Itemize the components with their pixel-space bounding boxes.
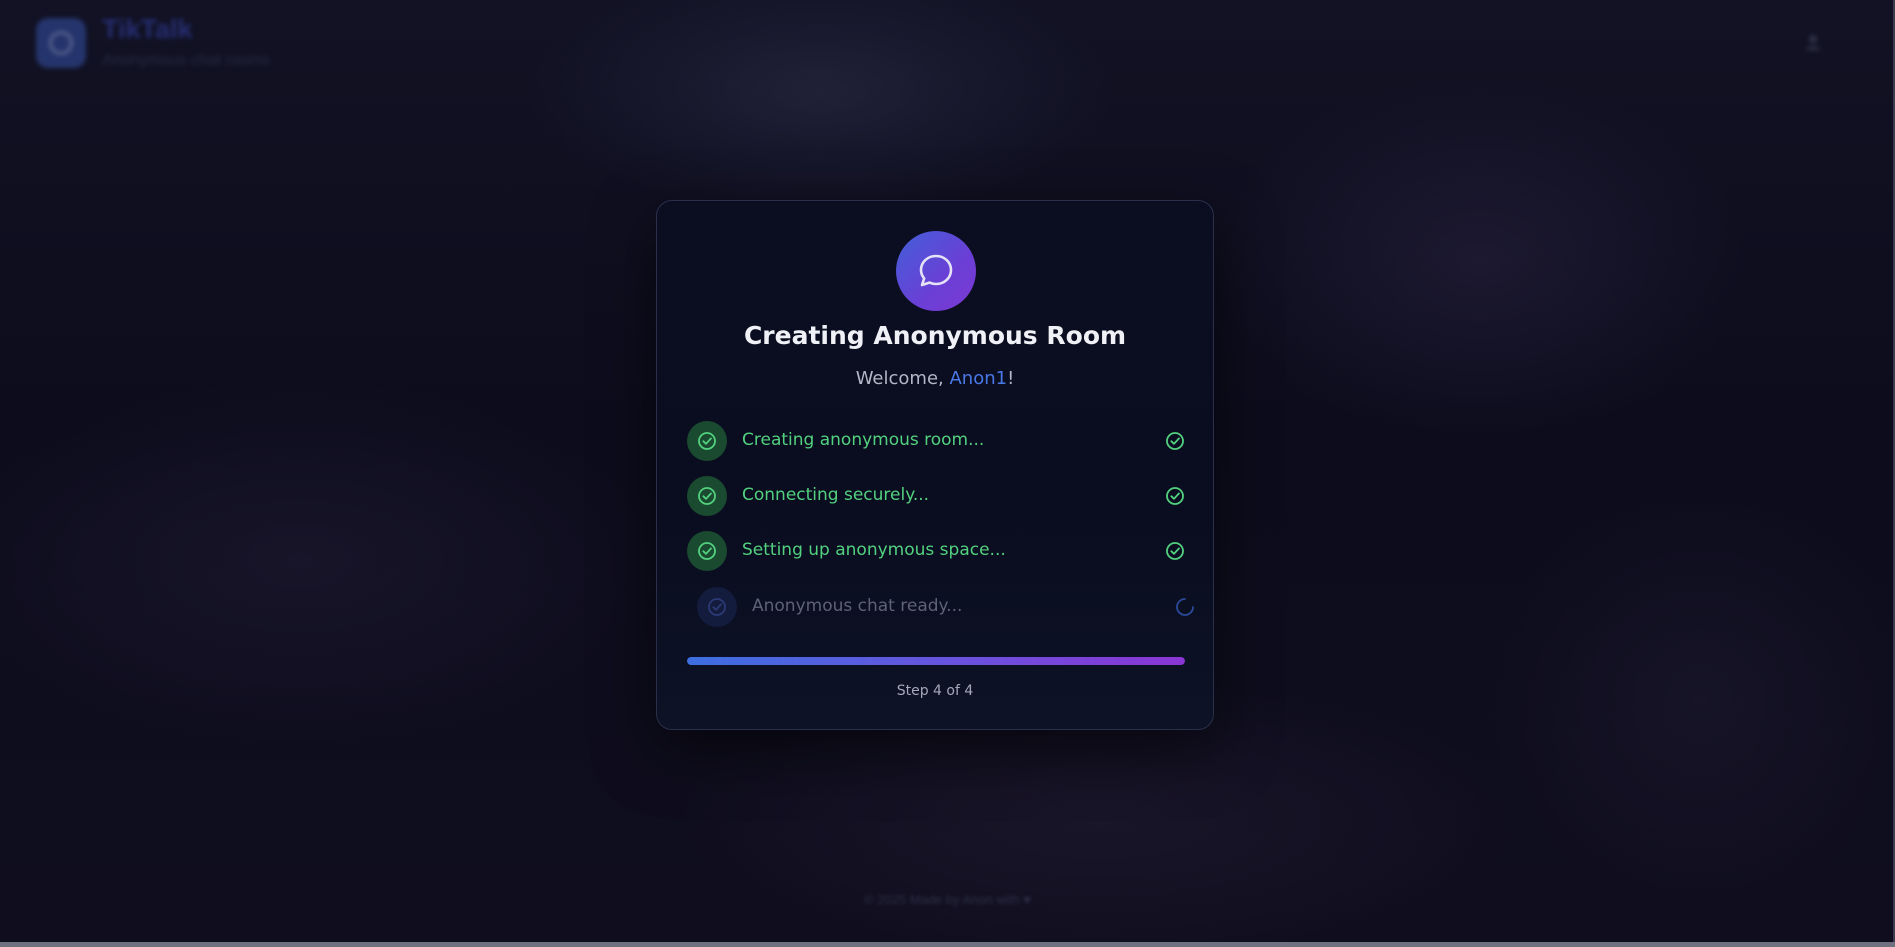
step-badge-check-icon xyxy=(687,531,727,571)
room-creation-card: Creating Anonymous Room Welcome, Anon1! … xyxy=(656,200,1214,730)
check-circle-icon xyxy=(1165,541,1185,561)
spinner-icon xyxy=(1175,597,1195,617)
chat-bubble-icon xyxy=(896,231,976,311)
step-item-pending: Anonymous chat ready... xyxy=(687,587,1194,627)
step-badge-check-icon xyxy=(697,587,737,627)
app-brand-tagline: Anonymous chat rooms xyxy=(102,52,271,69)
step-badge-check-icon xyxy=(687,476,727,516)
step-label: Connecting securely... xyxy=(742,485,930,505)
check-circle-icon xyxy=(1165,431,1185,451)
footer-text: © 2025 Made by Anon with ♥ xyxy=(864,892,1031,907)
progress-bar-fill xyxy=(687,657,1185,665)
app-logo-icon xyxy=(36,18,86,68)
welcome-suffix: ! xyxy=(1007,368,1015,389)
welcome-message: Welcome, Anon1! xyxy=(657,368,1213,389)
check-circle-icon xyxy=(1165,486,1185,506)
welcome-prefix: Welcome, xyxy=(855,368,950,389)
app-header: TikTalk Anonymous chat rooms xyxy=(0,0,1895,90)
card-title: Creating Anonymous Room xyxy=(743,321,1127,350)
step-label: Creating anonymous room... xyxy=(742,430,985,450)
window-bottom-edge xyxy=(0,942,1895,947)
username: Anon1 xyxy=(949,368,1008,389)
step-counter: Step 4 of 4 xyxy=(896,683,974,699)
step-label: Anonymous chat ready... xyxy=(752,596,963,616)
user-icon xyxy=(1803,32,1823,52)
step-label: Setting up anonymous space... xyxy=(742,540,1006,560)
step-item: Creating anonymous room... xyxy=(687,421,1185,461)
app-brand-name: TikTalk xyxy=(102,14,193,44)
step-badge-check-icon xyxy=(687,421,727,461)
step-item: Setting up anonymous space... xyxy=(687,531,1185,571)
progress-bar xyxy=(687,657,1185,665)
step-item: Connecting securely... xyxy=(687,476,1185,516)
